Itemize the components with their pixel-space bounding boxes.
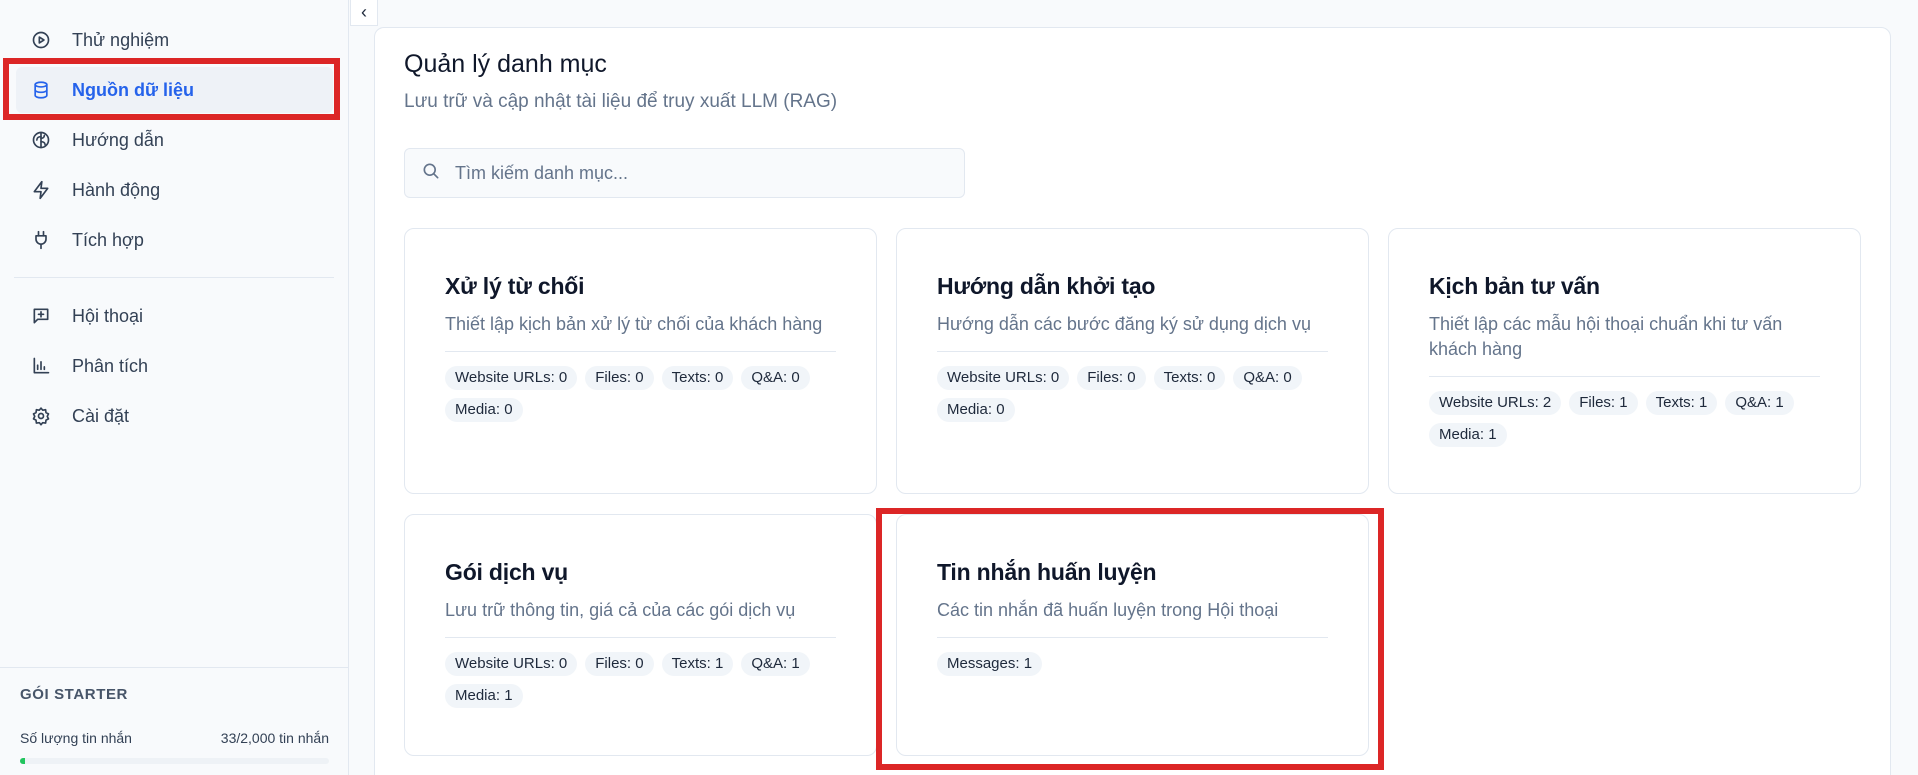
sidebar-item-label: Tích hợp [72, 229, 144, 250]
sidebar-item-label: Hành động [72, 179, 161, 200]
plan-section: GÓI STARTER Số lượng tin nhắn 33/2,000 t… [0, 667, 349, 775]
category-card-tin-nhan-huan-luyen[interactable]: Tin nhắn huấn luyện Các tin nhắn đã huấn… [896, 514, 1369, 756]
badge-messages: Messages: 1 [937, 652, 1043, 676]
badge-files: Files: 0 [585, 366, 654, 390]
category-card-xu-ly-tu-choi[interactable]: Xử lý từ chối Thiết lập kịch bản xử lý t… [404, 228, 877, 494]
category-card-kich-ban-tu-van[interactable]: Kịch bản tư vấn Thiết lập các mẫu hội th… [1388, 228, 1861, 494]
sidebar-item-label: Hội thoại [72, 305, 144, 326]
card-divider [937, 351, 1328, 352]
card-title: Tin nhắn huấn luyện [937, 559, 1157, 585]
usage-count: 33/2,000 tin nhắn [220, 730, 329, 746]
sidebar-item-label: Hướng dẫn [72, 129, 164, 150]
card-title: Kịch bản tư vấn [1429, 273, 1600, 299]
sidebar-item-phan-tich[interactable]: Phân tích [16, 343, 333, 389]
badge-website-urls: Website URLs: 2 [1429, 391, 1562, 415]
card-description: Thiết lập các mẫu hội thoại chuẩn khi tư… [1429, 314, 1783, 359]
sidebar-divider [14, 277, 334, 278]
search-icon [421, 161, 441, 186]
card-description: Lưu trữ thông tin, giá cả của các gói dị… [445, 600, 796, 620]
card-badges: Website URLs: 0 Files: 0 Texts: 0 Q&A: 0… [445, 366, 836, 422]
card-divider [937, 637, 1328, 638]
collapse-sidebar-button[interactable]: ‹ [350, 0, 378, 26]
badge-texts: Texts: 0 [1153, 366, 1226, 390]
page-title: Quản lý danh mục [404, 50, 607, 78]
badge-website-urls: Website URLs: 0 [445, 366, 578, 390]
card-title: Gói dịch vụ [445, 559, 569, 585]
badge-qa: Q&A: 1 [1725, 391, 1794, 415]
card-title: Xử lý từ chối [445, 273, 585, 299]
badge-media: Media: 0 [445, 398, 523, 422]
sidebar-item-label: Phân tích [72, 355, 149, 376]
card-title: Hướng dẫn khởi tạo [937, 273, 1156, 299]
sidebar-item-hoi-thoai[interactable]: Hội thoại [16, 293, 333, 339]
badge-texts: Texts: 1 [661, 652, 734, 676]
category-card-huong-dan-khoi-tao[interactable]: Hướng dẫn khởi tạo Hướng dẫn các bước đă… [896, 228, 1369, 494]
card-description: Các tin nhắn đã huấn luyện trong Hội tho… [937, 600, 1279, 620]
badge-media: Media: 1 [445, 684, 523, 708]
card-description: Hướng dẫn các bước đăng ký sử dụng dịch … [937, 314, 1311, 334]
database-icon [30, 79, 52, 101]
badge-website-urls: Website URLs: 0 [937, 366, 1070, 390]
badge-media: Media: 1 [1429, 423, 1507, 447]
sidebar-item-hanh-dong[interactable]: Hành động [16, 167, 333, 213]
page-subtitle: Lưu trữ và cập nhật tài liệu để truy xuấ… [404, 91, 838, 112]
badge-website-urls: Website URLs: 0 [445, 652, 578, 676]
badge-files: Files: 1 [1569, 391, 1638, 415]
card-divider [1429, 376, 1820, 377]
brain-icon [30, 129, 52, 151]
sidebar-item-cai-dat[interactable]: Cài đặt [16, 393, 333, 439]
search-input[interactable] [455, 162, 955, 184]
card-badges: Website URLs: 0 Files: 0 Texts: 0 Q&A: 0… [937, 366, 1328, 422]
sidebar-item-thu-nghiem[interactable]: Thử nghiệm [16, 17, 333, 63]
sidebar-item-nguon-du-lieu[interactable]: Nguồn dữ liệu [16, 67, 333, 113]
card-divider [445, 351, 836, 352]
badge-qa: Q&A: 1 [741, 652, 810, 676]
badge-texts: Texts: 0 [661, 366, 734, 390]
sidebar: Thử nghiệm Nguồn dữ liệu Hướng dẫn Hành … [0, 0, 349, 775]
search-box[interactable] [404, 148, 965, 198]
gear-icon [30, 405, 52, 427]
sidebar-item-label: Nguồn dữ liệu [72, 79, 195, 100]
card-badges: Website URLs: 2 Files: 1 Texts: 1 Q&A: 1… [1429, 391, 1820, 447]
card-badges: Messages: 1 [937, 652, 1328, 676]
message-plus-icon [30, 305, 52, 327]
sidebar-item-label: Thử nghiệm [72, 29, 170, 50]
sidebar-item-label: Cài đặt [72, 405, 130, 426]
badge-media: Media: 0 [937, 398, 1015, 422]
bar-chart-icon [30, 355, 52, 377]
badge-texts: Texts: 1 [1645, 391, 1718, 415]
plan-title: GÓI STARTER [20, 686, 128, 703]
badge-files: Files: 0 [1077, 366, 1146, 390]
usage-progress-fill [20, 758, 26, 764]
sidebar-item-tich-hop[interactable]: Tích hợp [16, 217, 333, 263]
badge-files: Files: 0 [585, 652, 654, 676]
sidebar-item-huong-dan[interactable]: Hướng dẫn [16, 117, 333, 163]
chevron-left-icon: ‹ [361, 2, 367, 22]
badge-qa: Q&A: 0 [1233, 366, 1302, 390]
plug-icon [30, 229, 52, 251]
lightning-icon [30, 179, 52, 201]
usage-label: Số lượng tin nhắn [20, 730, 132, 746]
badge-qa: Q&A: 0 [741, 366, 810, 390]
category-card-goi-dich-vu[interactable]: Gói dịch vụ Lưu trữ thông tin, giá cả củ… [404, 514, 877, 756]
card-description: Thiết lập kịch bản xử lý từ chối của khá… [445, 314, 823, 334]
usage-progress-bar [20, 758, 329, 764]
card-divider [445, 637, 836, 638]
card-badges: Website URLs: 0 Files: 0 Texts: 1 Q&A: 1… [445, 652, 836, 708]
play-circle-icon [30, 29, 52, 51]
